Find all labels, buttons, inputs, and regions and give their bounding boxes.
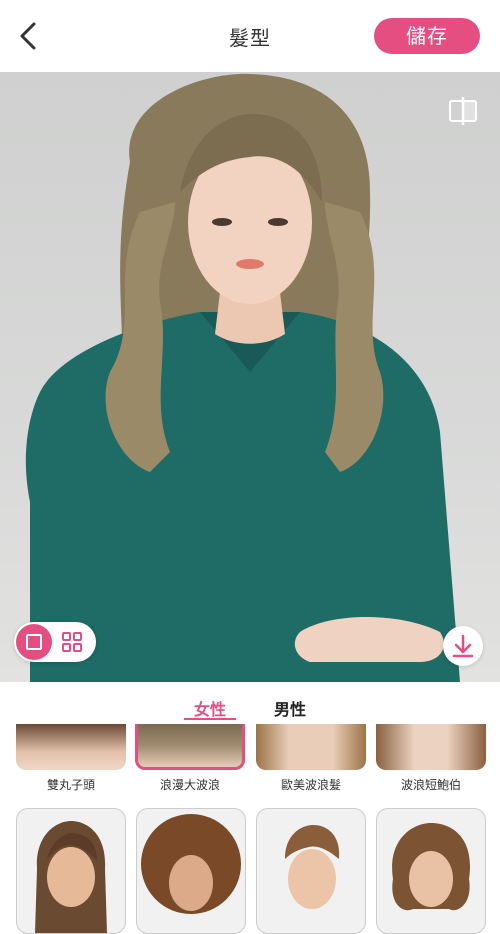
download-button[interactable] bbox=[443, 626, 483, 666]
view-mode-toggle bbox=[14, 622, 96, 662]
save-button[interactable]: 儲存 bbox=[374, 18, 480, 54]
hairstyle-card[interactable] bbox=[16, 808, 126, 934]
grid-view-icon[interactable] bbox=[62, 632, 82, 652]
compare-button[interactable] bbox=[446, 94, 480, 128]
hairstyle-label: 雙丸子頭 bbox=[46, 778, 95, 792]
download-icon bbox=[452, 634, 474, 658]
tab-male[interactable]: 男性 bbox=[274, 696, 306, 720]
hairstyle-label: 歐美波浪髮 bbox=[280, 778, 341, 792]
hairstyle-row bbox=[0, 806, 500, 934]
top-bar: 髮型 儲存 bbox=[0, 0, 500, 72]
hairstyle-label: 波浪短鮑伯 bbox=[400, 778, 461, 792]
hairstyle-card[interactable] bbox=[136, 808, 246, 934]
active-tab-indicator bbox=[184, 718, 236, 720]
single-view-button[interactable] bbox=[16, 624, 52, 660]
hairstyle-card[interactable] bbox=[256, 808, 366, 934]
hairstyle-row: 雙丸子頭 浪漫大波浪 歐美波浪髮 波浪短鮑伯 bbox=[0, 724, 500, 796]
tab-female[interactable]: 女性 bbox=[194, 696, 226, 720]
hairstyle-thumbnail bbox=[392, 823, 471, 911]
photo-preview bbox=[0, 72, 500, 682]
hairstyle-card[interactable] bbox=[376, 724, 486, 770]
hairstyle-thumbnail bbox=[141, 814, 241, 914]
hairstyle-card[interactable] bbox=[256, 724, 366, 770]
hairstyle-card[interactable] bbox=[376, 808, 486, 934]
hairstyle-card-selected[interactable] bbox=[135, 724, 245, 770]
hairstyle-thumbnail bbox=[35, 821, 107, 933]
portrait-image bbox=[25, 73, 461, 682]
gender-tabs: 女性 男性 bbox=[0, 684, 500, 724]
hairstyle-card[interactable] bbox=[16, 724, 126, 770]
hairstyle-thumbnail bbox=[285, 825, 340, 909]
single-view-icon bbox=[26, 634, 42, 650]
hairstyle-label: 浪漫大波浪 bbox=[159, 778, 220, 792]
compare-icon bbox=[449, 97, 477, 125]
